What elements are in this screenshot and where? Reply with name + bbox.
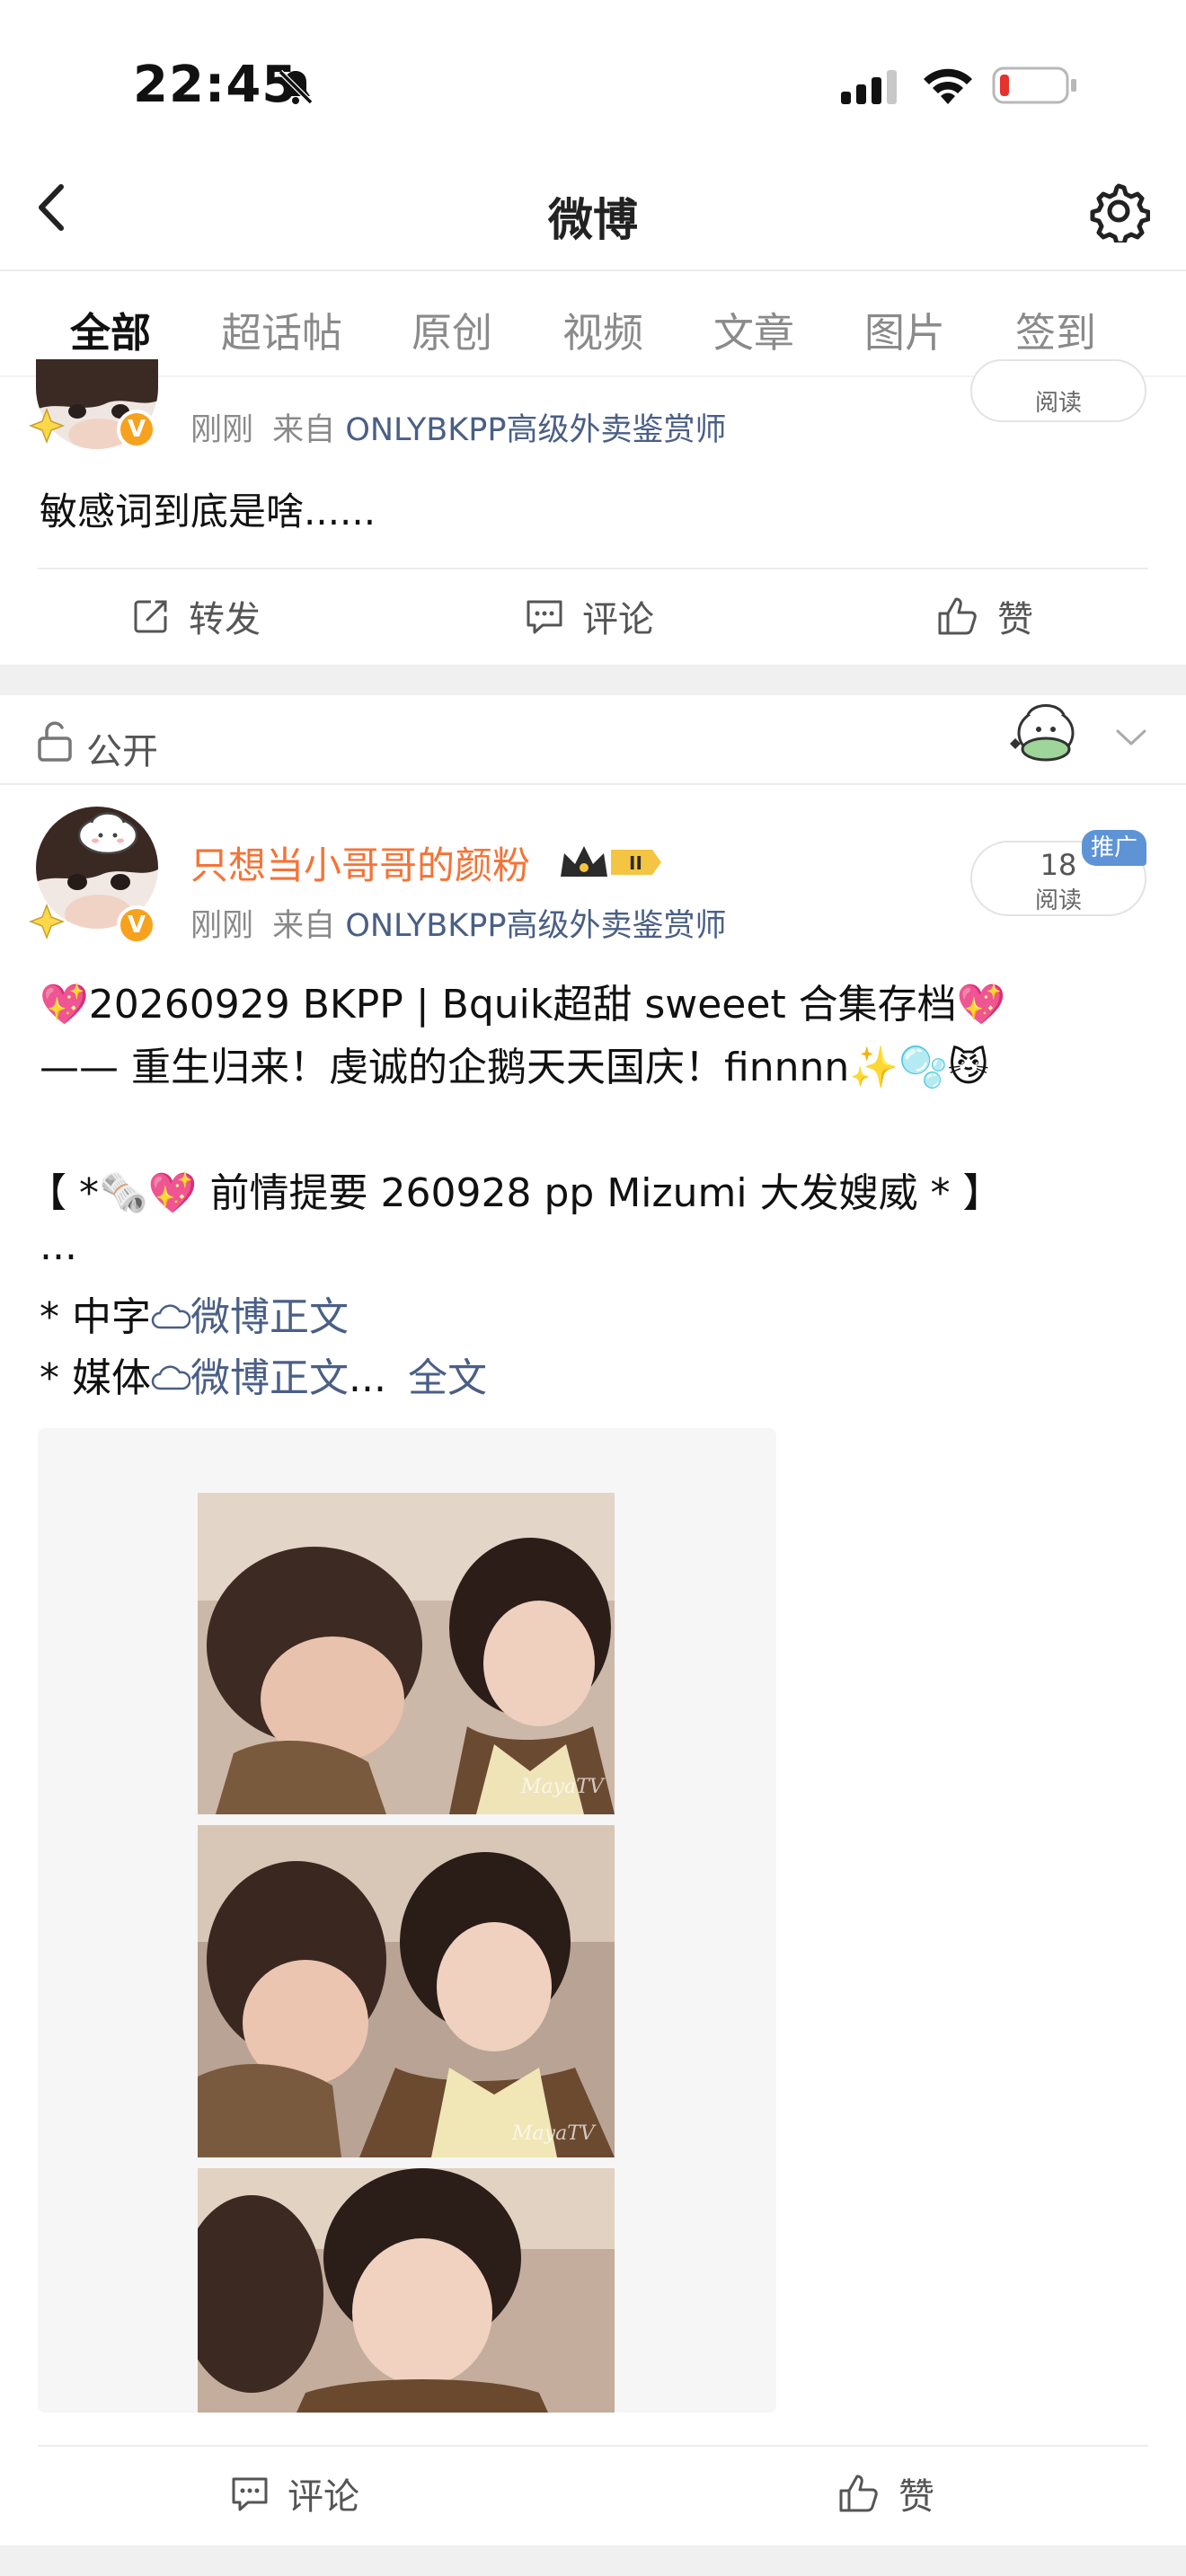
tab-all[interactable]: 全部: [70, 300, 151, 358]
photo-frame-1: MayaTV: [198, 1493, 615, 1814]
photo-frame-3: [180, 2168, 615, 2413]
post2-line-6-prefix: * 媒体: [40, 1355, 151, 1401]
cellular-signal-icon: [841, 70, 897, 104]
comment-icon: [527, 600, 562, 634]
post1-meta: 刚刚 来自 ONLYBKPP高级外卖鉴赏师: [190, 404, 726, 450]
thumbs-up-icon: [938, 597, 977, 635]
post1-source-prefix: 来自: [272, 412, 336, 448]
post2-source-prefix: 来自: [272, 908, 336, 944]
battery-low-icon: [992, 66, 1076, 104]
repost-icon: [134, 600, 167, 633]
visibility-label[interactable]: 公开: [86, 722, 158, 774]
post1-action-divider: [38, 568, 1148, 569]
tab-original[interactable]: 原创: [412, 300, 492, 358]
watermark: MayaTV: [511, 2122, 597, 2145]
post2-comment-label: 评论: [288, 2476, 359, 2518]
watermark: MayaTV: [520, 1776, 606, 1798]
post1-source[interactable]: ONLYBKPP高级外卖鉴赏师: [345, 412, 726, 448]
post2-line-4: ...: [40, 1223, 77, 1269]
post2-read-label: 阅读: [1034, 887, 1082, 914]
post2-meta: 刚刚 来自 ONLYBKPP高级外卖鉴赏师: [190, 900, 726, 946]
post1-repost-button[interactable]: 转发: [131, 589, 261, 643]
header-divider: [0, 269, 1186, 271]
page-title: 微博: [548, 194, 638, 246]
post2-line-1[interactable]: 💖20260929 BKPP | Bquik超甜 sweeet 合集存档💖: [40, 972, 1005, 1029]
visibility-divider: [0, 783, 1186, 785]
verified-badge-icon: V: [117, 410, 156, 449]
vip-crown-badge-icon: II: [561, 846, 661, 877]
wifi-icon: [924, 68, 972, 104]
post1-read-pill: 阅读: [970, 359, 1146, 422]
post1-read-label: 阅读: [1034, 390, 1082, 417]
svg-text:II: II: [629, 852, 642, 874]
post2-line-2[interactable]: —— 重生归来！虔诚的企鹅天天国庆！finnnn✨🫧😼: [40, 1035, 989, 1092]
post2-line-6: * 媒体 微博正文... 全文: [40, 1345, 487, 1403]
post2-image[interactable]: MayaTV MayaTV: [38, 1428, 776, 2413]
settings-gear-icon[interactable]: [1087, 180, 1150, 243]
post2-source[interactable]: ONLYBKPP高级外卖鉴赏师: [345, 908, 726, 944]
post2-line-5-link[interactable]: 微博正文: [190, 1294, 349, 1340]
promo-badge: 推广: [1082, 830, 1146, 866]
link-cloud-icon: [151, 1365, 191, 1390]
post2-line-5-prefix: * 中字: [40, 1294, 151, 1340]
tab-article[interactable]: 文章: [713, 300, 794, 358]
feed-separator: [0, 665, 1186, 695]
feed-separator: [0, 2545, 1186, 2576]
post2-line-6-link[interactable]: 微博正文: [190, 1355, 349, 1401]
sparkle-icon: [29, 904, 65, 940]
post1-like-button[interactable]: 赞: [936, 589, 1033, 643]
post2-line-5: * 中字 微博正文: [40, 1284, 349, 1342]
post2-username[interactable]: 只想当小哥哥的颜粉: [190, 835, 530, 890]
status-time: 22:45: [133, 56, 298, 114]
post1-text[interactable]: 敏感词到底是啥......: [40, 481, 376, 536]
sparkle-icon: [29, 408, 65, 444]
post2-like-label: 赞: [898, 2476, 934, 2518]
post2-line-3[interactable]: 【 *🗞️💖 前情提要 260928 pp Mizumi 大发嫂威 * 】: [27, 1160, 1003, 1218]
mascot-sticker-icon: [1010, 704, 1075, 762]
tab-video[interactable]: 视频: [562, 300, 643, 358]
link-cloud-icon: [151, 1304, 191, 1329]
thumbs-up-icon: [839, 2475, 878, 2512]
post2-time: 刚刚: [190, 908, 254, 944]
photo-frame-2: MayaTV: [198, 1825, 615, 2157]
bell-slash-icon: [278, 69, 314, 105]
bun-sticker-icon: [77, 812, 138, 855]
post1-comment-label: 评论: [582, 599, 654, 640]
post2-like-button[interactable]: 赞: [837, 2466, 934, 2520]
post1-repost-label: 转发: [189, 599, 261, 640]
tab-checkin[interactable]: 签到: [1015, 300, 1096, 358]
post2-action-divider: [38, 2445, 1148, 2447]
tab-pictures[interactable]: 图片: [864, 300, 945, 358]
post2-comment-button[interactable]: 评论: [230, 2466, 359, 2520]
tab-supertopic[interactable]: 超话帖: [221, 300, 342, 358]
expand-full-text-link[interactable]: 全文: [408, 1355, 487, 1401]
unlock-icon: [38, 721, 72, 762]
post1-comment-button[interactable]: 评论: [525, 589, 654, 643]
verified-badge-icon: V: [117, 905, 156, 945]
comment-icon: [232, 2477, 268, 2511]
post2-line-6-suffix: ...: [349, 1355, 386, 1401]
post1-time: 刚刚: [190, 412, 254, 448]
chevron-down-icon[interactable]: [1114, 726, 1148, 749]
post1-like-label: 赞: [997, 599, 1033, 640]
